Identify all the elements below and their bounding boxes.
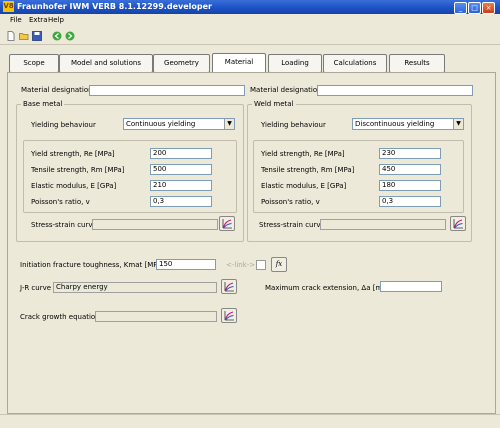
close-icon[interactable]: ×	[482, 2, 495, 14]
weld-metal-title: Weld metal	[252, 100, 296, 108]
tab-model-and-solutions[interactable]: Model and solutions	[59, 54, 153, 73]
base-metal-title: Base metal	[21, 100, 65, 108]
menu-help[interactable]: Help	[48, 16, 64, 24]
menu-bar	[0, 14, 500, 27]
fx-button[interactable]: fx	[271, 257, 287, 272]
weld-yielding-value: Discontinuous yielding	[355, 120, 435, 128]
weld-elastic-input[interactable]: 180	[379, 180, 441, 191]
weld-yielding-label: Yielding behaviour	[261, 121, 326, 129]
base-elastic-label: Elastic modulus, E [GPa]	[31, 182, 117, 190]
base-tensile-input[interactable]: 500	[150, 164, 212, 175]
back-icon[interactable]	[52, 31, 62, 41]
max-crack-input[interactable]	[380, 281, 442, 292]
kmat-input[interactable]: 150	[156, 259, 216, 270]
base-poisson-input[interactable]: 0,3	[150, 196, 212, 207]
chart-icon	[453, 219, 463, 229]
chevron-down-icon[interactable]: ▼	[224, 119, 234, 129]
weld-stress-strain-field	[320, 219, 446, 230]
toolbar	[0, 28, 500, 45]
app-logo-icon: V8	[3, 1, 14, 12]
weld-poisson-label: Poisson's ratio, v	[261, 198, 320, 206]
link-label: <-link->	[226, 261, 256, 269]
kmat-label: Initiation fracture toughness, Kmat [MPa…	[20, 261, 176, 269]
base-elastic-input[interactable]: 210	[150, 180, 212, 191]
tab-loading[interactable]: Loading	[268, 54, 322, 73]
tab-geometry[interactable]: Geometry	[153, 54, 210, 73]
save-icon[interactable]	[32, 31, 42, 41]
base-yielding-select[interactable]: Continuous yielding ▼	[123, 118, 235, 130]
jr-curve-label: J-R curve	[20, 284, 52, 292]
status-bar	[0, 414, 500, 428]
base-poisson-label: Poisson's ratio, v	[31, 198, 90, 206]
base-stress-strain-field	[92, 219, 218, 230]
weld-yield-input[interactable]: 230	[379, 148, 441, 159]
weld-tensile-label: Tensile strength, Rm [MPa]	[261, 166, 355, 174]
base-designation-label: Material designation	[21, 86, 93, 94]
weld-tensile-input[interactable]: 450	[379, 164, 441, 175]
open-folder-icon[interactable]	[19, 31, 29, 41]
forward-icon[interactable]	[65, 31, 75, 41]
base-yielding-value: Continuous yielding	[126, 120, 196, 128]
maximize-icon[interactable]: □	[468, 2, 481, 14]
weld-yielding-select[interactable]: Discontinuous yielding ▼	[352, 118, 464, 130]
weld-stress-strain-chart-button[interactable]	[450, 216, 466, 231]
base-stress-strain-label: Stress-strain curve	[31, 221, 97, 229]
menu-file[interactable]: File	[10, 16, 22, 24]
weld-stress-strain-label: Stress-strain curve	[259, 221, 325, 229]
jr-curve-chart-button[interactable]	[221, 279, 237, 294]
chart-icon	[224, 282, 234, 292]
weld-elastic-label: Elastic modulus, E [GPa]	[261, 182, 347, 190]
chart-icon	[222, 219, 232, 229]
tab-calculations[interactable]: Calculations	[323, 54, 387, 73]
link-checkbox[interactable]	[256, 260, 266, 270]
tab-results[interactable]: Results	[389, 54, 445, 73]
weld-yield-label: Yield strength, Re [MPa]	[261, 150, 345, 158]
base-yield-label: Yield strength, Re [MPa]	[31, 150, 115, 158]
chart-icon	[224, 311, 234, 321]
weld-designation-input[interactable]	[317, 85, 473, 96]
base-stress-strain-chart-button[interactable]	[219, 216, 235, 231]
jr-curve-field: Charpy energy	[53, 282, 217, 293]
tab-scope[interactable]: Scope	[9, 54, 59, 73]
crack-growth-chart-button[interactable]	[221, 308, 237, 323]
max-crack-label: Maximum crack extension, Δa [mm]	[265, 284, 392, 292]
chevron-down-icon[interactable]: ▼	[453, 119, 463, 129]
crack-growth-label: Crack growth equation	[20, 313, 100, 321]
minimize-icon[interactable]: _	[454, 2, 467, 14]
crack-growth-field	[95, 311, 217, 322]
base-tensile-label: Tensile strength, Rm [MPa]	[31, 166, 125, 174]
title-bar: V8 Fraunhofer IWM VERB 8.1.12299.develop…	[0, 0, 500, 14]
weld-poisson-input[interactable]: 0,3	[379, 196, 441, 207]
window-title: Fraunhofer IWM VERB 8.1.12299.developer	[17, 2, 212, 11]
weld-designation-label: Material designation	[250, 86, 322, 94]
base-yield-input[interactable]: 200	[150, 148, 212, 159]
base-yielding-label: Yielding behaviour	[31, 121, 96, 129]
menu-extra[interactable]: Extra	[29, 16, 47, 24]
tab-material[interactable]: Material	[212, 53, 266, 74]
function-icon: fx	[275, 260, 283, 268]
base-designation-input[interactable]	[89, 85, 245, 96]
new-file-icon[interactable]	[6, 31, 16, 41]
